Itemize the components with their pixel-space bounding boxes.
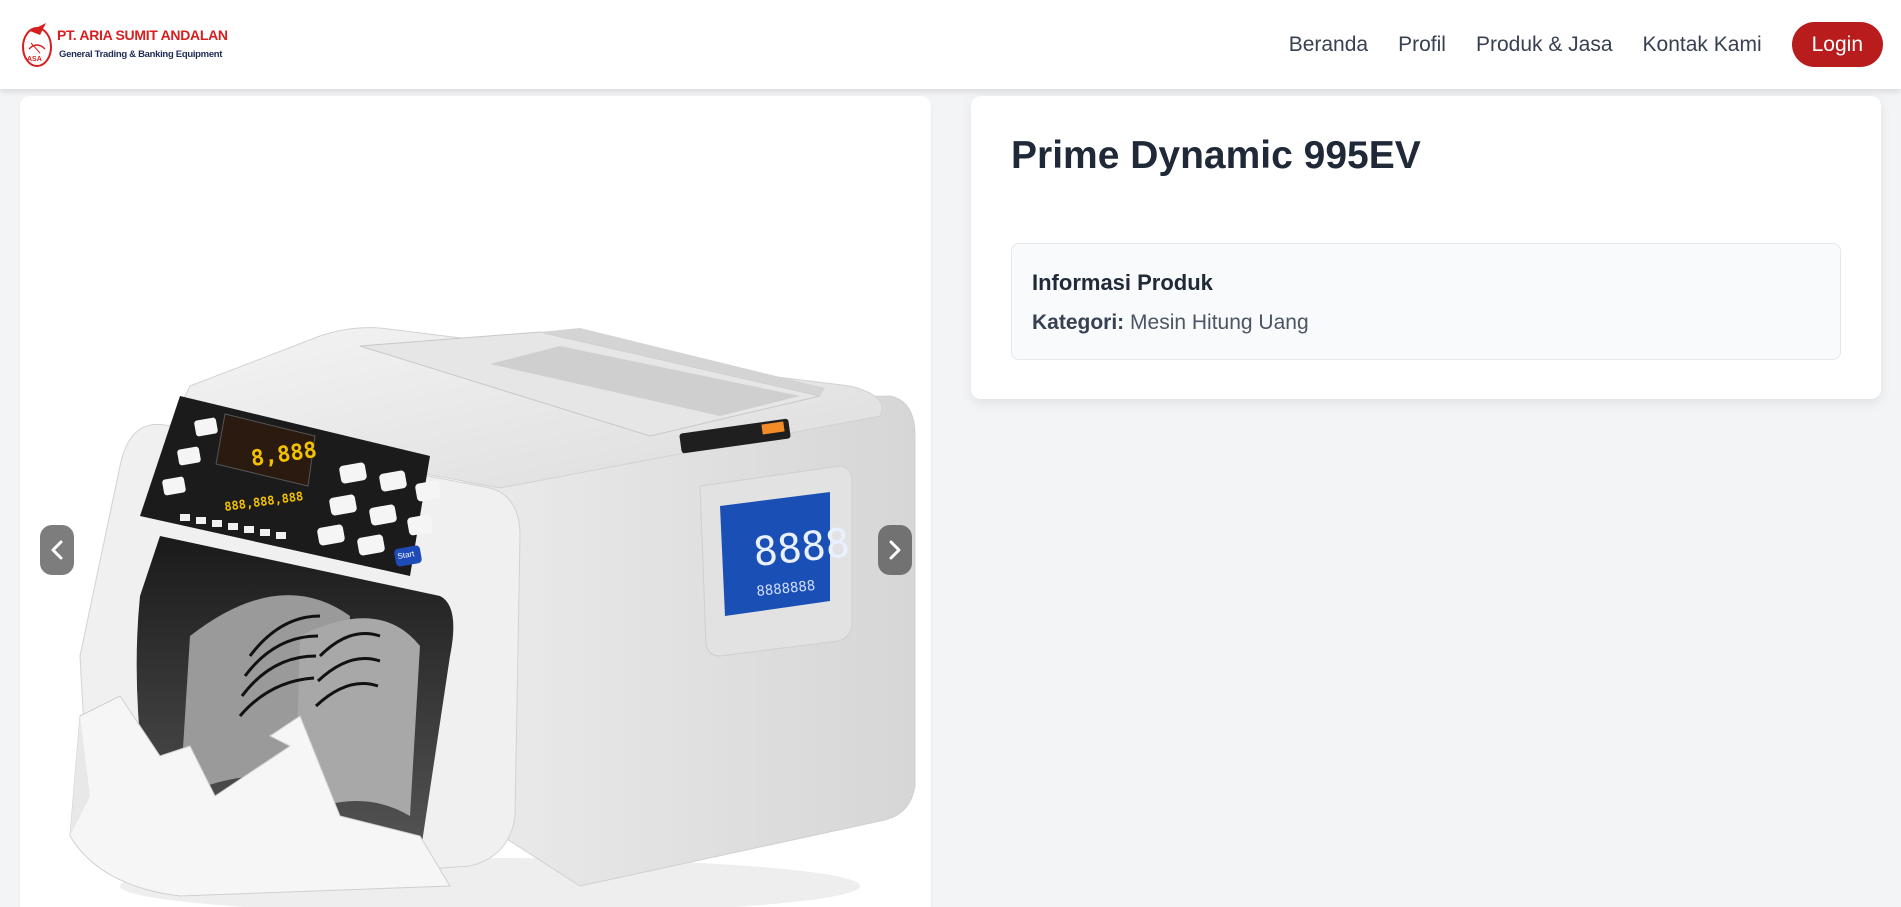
nav-beranda[interactable]: Beranda [1289,33,1368,57]
company-logo[interactable]: ASA PT. ARIA SUMIT ANDALAN General Tradi… [20,19,228,71]
site-header: ASA PT. ARIA SUMIT ANDALAN General Tradi… [0,0,1901,89]
carousel-prev-button[interactable] [40,525,74,575]
category-label: Kategori: [1032,311,1125,334]
chevron-left-icon [51,540,63,560]
carousel-next-button[interactable] [878,525,912,575]
main-nav: Beranda Profil Produk & Jasa Kontak Kami… [1289,22,1883,67]
product-info-heading: Informasi Produk [1032,270,1213,295]
product-image-carousel: 8,888 888,888,888 Start 8888 8888888 [20,96,931,907]
nav-produk-jasa[interactable]: Produk & Jasa [1476,33,1613,57]
nav-profil[interactable]: Profil [1398,33,1446,57]
chevron-right-icon [889,540,901,560]
product-category-row: Kategori: Mesin Hitung Uang [1032,311,1309,335]
category-value: Mesin Hitung Uang [1130,311,1309,334]
svg-text:ASA: ASA [27,56,42,63]
logo-company-name: PT. ARIA SUMIT ANDALAN [57,27,228,43]
product-title: Prime Dynamic 995EV [1011,134,1421,177]
login-button[interactable]: Login [1791,22,1883,67]
product-info-card: Prime Dynamic 995EV Informasi Produk Kat… [971,96,1881,399]
product-info-box: Informasi Produk Kategori: Mesin Hitung … [1011,243,1841,360]
logo-emblem-icon: ASA [22,23,52,67]
product-image: 8,888 888,888,888 Start 8888 8888888 [20,96,931,907]
logo-tagline: General Trading & Banking Equipment [59,49,223,60]
nav-kontak-kami[interactable]: Kontak Kami [1643,33,1762,57]
